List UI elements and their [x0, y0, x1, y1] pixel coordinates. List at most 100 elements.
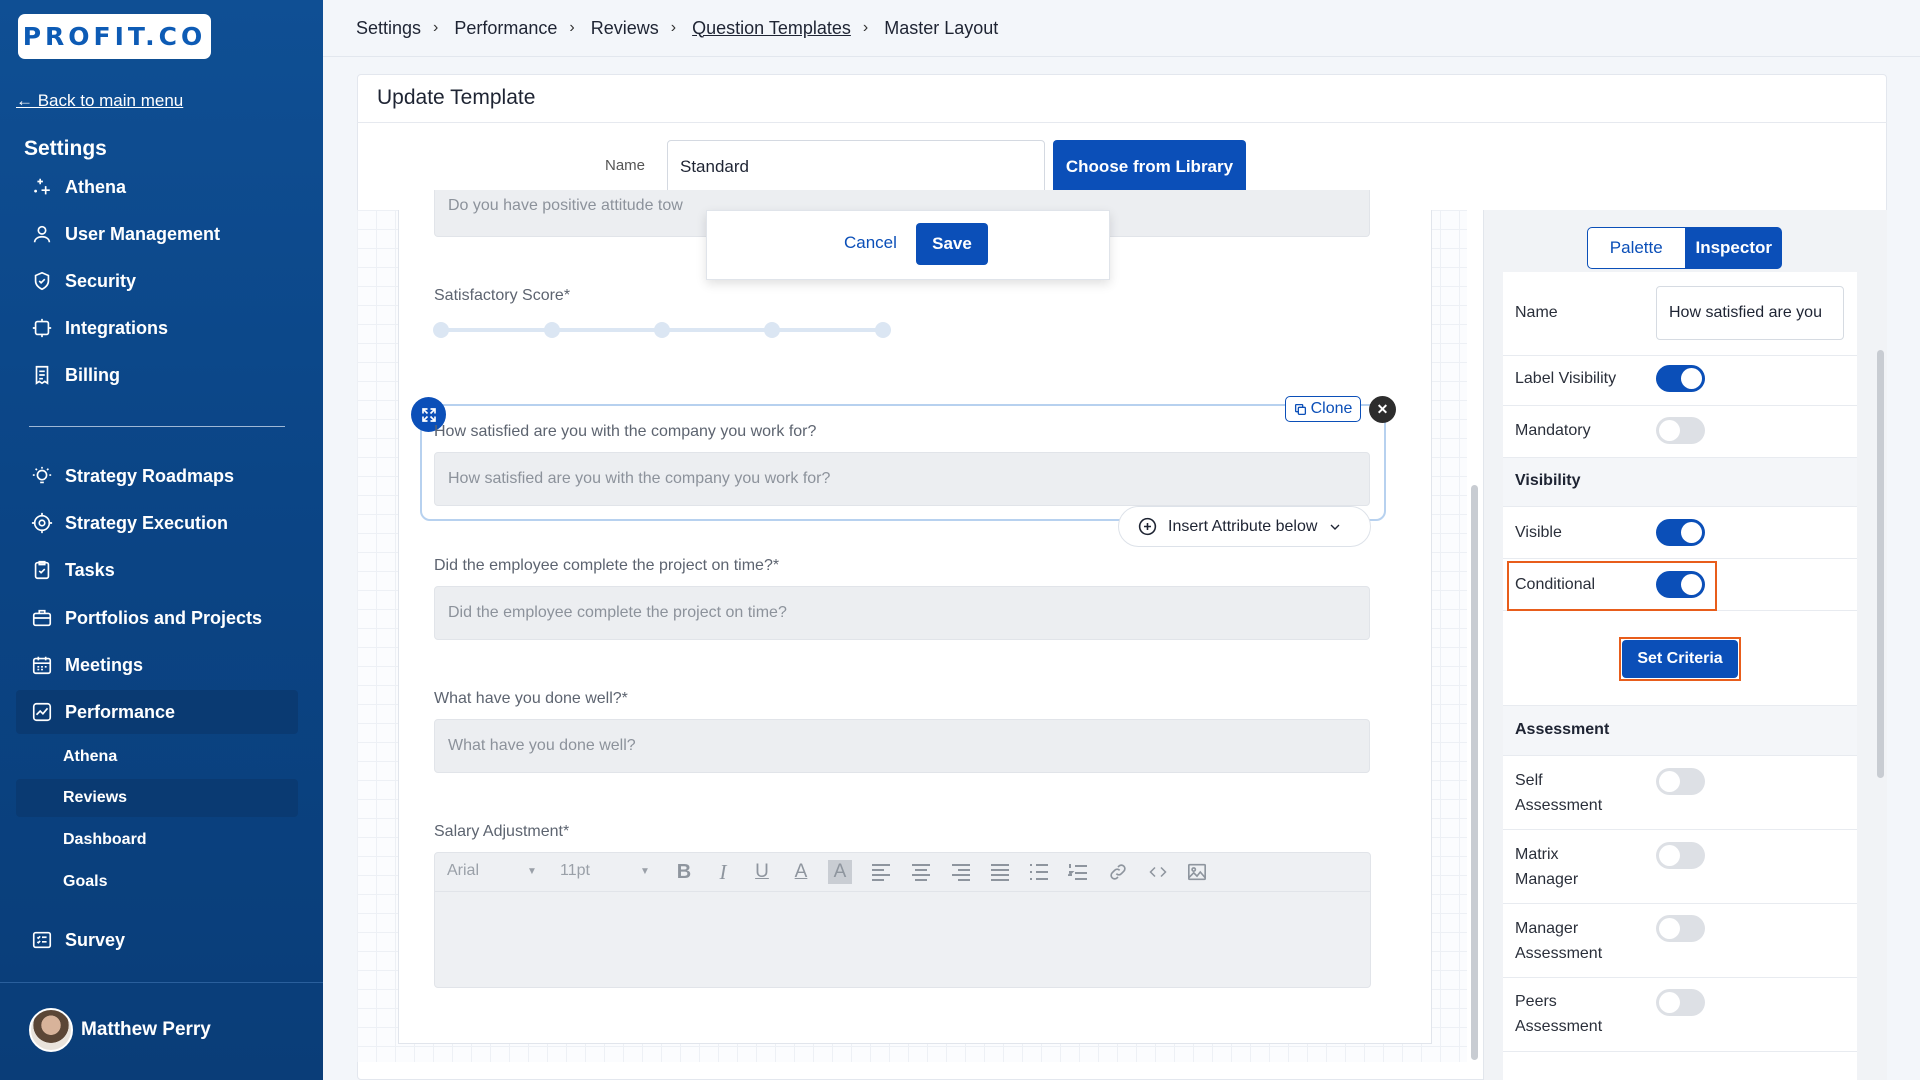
- bulb-icon: [30, 464, 54, 488]
- profitco-logo[interactable]: PROFIT.CO: [18, 14, 211, 59]
- sidebar-item-strategy-execution[interactable]: Strategy Execution: [16, 501, 298, 545]
- sidebar-item-portfolios-projects[interactable]: Portfolios and Projects: [16, 596, 298, 640]
- slider-point[interactable]: [654, 322, 670, 338]
- sidebar-subitem-athena[interactable]: Athena: [16, 738, 298, 776]
- copy-icon: [1294, 403, 1307, 416]
- sidebar-item-label: Portfolios and Projects: [65, 607, 263, 628]
- cancel-button[interactable]: Cancel: [844, 233, 897, 253]
- conditional-label: Conditional: [1515, 576, 1596, 593]
- back-to-main-menu-link[interactable]: ← Back to main menu: [16, 91, 183, 111]
- sidebar-item-strategy-roadmaps[interactable]: Strategy Roadmaps: [16, 454, 298, 498]
- mandatory-label: Mandatory: [1515, 422, 1591, 439]
- sidebar-item-label: Strategy Roadmaps: [65, 465, 235, 486]
- link-icon[interactable]: [1106, 860, 1130, 884]
- code-icon[interactable]: [1146, 860, 1170, 884]
- sidebar-item-survey[interactable]: Survey: [16, 918, 298, 962]
- matrix-manager-label: Matrix Manager: [1515, 846, 1579, 888]
- briefcase-icon: [30, 606, 54, 630]
- slider-point[interactable]: [764, 322, 780, 338]
- question-project-input[interactable]: Did the employee complete the project on…: [434, 586, 1370, 640]
- chevron-down-icon: ▼: [640, 866, 650, 877]
- label-visibility-label: Label Visibility: [1515, 370, 1617, 387]
- breadcrumb-master-layout: Master Layout: [884, 17, 999, 38]
- align-left-icon[interactable]: [869, 860, 893, 884]
- self-assessment-toggle[interactable]: [1656, 768, 1705, 795]
- insert-attribute-below-button[interactable]: Insert Attribute below: [1118, 506, 1371, 547]
- font-size-select[interactable]: 11pt: [560, 862, 590, 880]
- question-done-well-input[interactable]: What have you done well?: [434, 719, 1370, 773]
- align-center-icon[interactable]: [909, 860, 933, 884]
- sidebar-item-athena[interactable]: Athena: [16, 165, 298, 209]
- align-right-icon[interactable]: [949, 860, 973, 884]
- choose-from-library-button[interactable]: Choose from Library: [1053, 140, 1246, 194]
- inspector-name-input[interactable]: [1656, 286, 1844, 340]
- italic-icon[interactable]: I: [711, 860, 735, 884]
- set-criteria-button[interactable]: Set Criteria: [1622, 640, 1738, 678]
- sidebar: PROFIT.CO ← Back to main menu Settings A…: [0, 0, 323, 1080]
- panel-scrollbar[interactable]: [1877, 350, 1884, 778]
- sidebar-item-label: Security: [65, 270, 137, 291]
- visible-toggle[interactable]: [1656, 519, 1705, 546]
- question-project-label: Did the employee complete the project on…: [434, 557, 780, 574]
- sidebar-item-meetings[interactable]: Meetings: [16, 643, 298, 687]
- settings-title: Settings: [24, 137, 107, 160]
- target-icon: [30, 511, 54, 535]
- bullet-list-icon[interactable]: [1027, 860, 1051, 884]
- receipt-icon: [30, 363, 54, 387]
- sidebar-item-billing[interactable]: Billing: [16, 353, 298, 397]
- image-icon[interactable]: [1185, 860, 1209, 884]
- highlight-color-icon[interactable]: A: [828, 860, 852, 884]
- tab-palette[interactable]: Palette: [1587, 227, 1686, 269]
- sidebar-item-label: Meetings: [65, 654, 144, 675]
- text-color-icon[interactable]: A: [789, 860, 813, 884]
- chevron-right-icon: ›: [433, 19, 439, 36]
- sidebar-item-tasks[interactable]: Tasks: [16, 548, 298, 592]
- card-header-divider: [357, 122, 1887, 123]
- underline-icon[interactable]: U: [750, 860, 774, 884]
- sidebar-subitem-goals[interactable]: Goals: [16, 863, 298, 901]
- chevron-down-icon: [1327, 519, 1343, 535]
- save-button[interactable]: Save: [916, 223, 988, 265]
- manager-assessment-toggle[interactable]: [1656, 915, 1705, 942]
- numbered-list-icon[interactable]: [1066, 860, 1090, 884]
- tab-inspector[interactable]: Inspector: [1685, 227, 1782, 269]
- sidebar-item-security[interactable]: Security: [16, 259, 298, 303]
- sidebar-subitem-dashboard[interactable]: Dashboard: [16, 821, 298, 859]
- remove-field-close-icon[interactable]: ✕: [1369, 396, 1396, 423]
- clone-button[interactable]: Clone: [1285, 396, 1361, 422]
- font-family-select[interactable]: Arial: [447, 862, 479, 880]
- breadcrumb-performance[interactable]: Performance: [454, 18, 557, 39]
- sidebar-item-integrations[interactable]: Integrations: [16, 306, 298, 350]
- slider-point[interactable]: [433, 322, 449, 338]
- peers-assessment-toggle[interactable]: [1656, 989, 1705, 1016]
- sidebar-item-user-management[interactable]: User Management: [16, 212, 298, 256]
- slider-point[interactable]: [544, 322, 560, 338]
- breadcrumb-settings[interactable]: Settings: [356, 18, 421, 39]
- canvas-scrollbar[interactable]: [1471, 485, 1478, 1060]
- sidebar-item-label: Performance: [65, 701, 176, 722]
- align-justify-icon[interactable]: [988, 860, 1012, 884]
- user-profile[interactable]: Matthew Perry: [29, 1008, 211, 1052]
- user-name: Matthew Perry: [81, 1019, 211, 1040]
- sidebar-item-performance[interactable]: Performance: [16, 690, 298, 734]
- assessment-section-title: Assessment: [1515, 721, 1610, 738]
- slider-point[interactable]: [875, 322, 891, 338]
- selected-question-input[interactable]: How satisfied are you with the company y…: [434, 452, 1370, 506]
- breadcrumb-reviews[interactable]: Reviews: [591, 18, 659, 39]
- matrix-manager-toggle[interactable]: [1656, 842, 1705, 869]
- chevron-right-icon: ›: [862, 19, 869, 36]
- clipboard-check-icon: [30, 558, 54, 582]
- mandatory-toggle[interactable]: [1656, 417, 1705, 444]
- bold-icon[interactable]: B: [672, 860, 696, 884]
- sidebar-subitem-reviews[interactable]: Reviews: [16, 779, 298, 817]
- plus-circle-icon: [1137, 516, 1158, 537]
- sidebar-item-label: Athena: [65, 176, 127, 197]
- question-done-well-placeholder: What have you done well?: [448, 737, 636, 754]
- partial-field-placeholder: Do you have positive attitude tow: [448, 197, 683, 214]
- chart-line-icon: [30, 700, 54, 724]
- conditional-toggle[interactable]: [1656, 571, 1705, 598]
- breadcrumb-question-templates[interactable]: Question Templates: [692, 18, 851, 39]
- label-visibility-toggle[interactable]: [1656, 365, 1705, 392]
- template-name-label: Name: [605, 157, 646, 174]
- template-name-input[interactable]: [667, 140, 1045, 194]
